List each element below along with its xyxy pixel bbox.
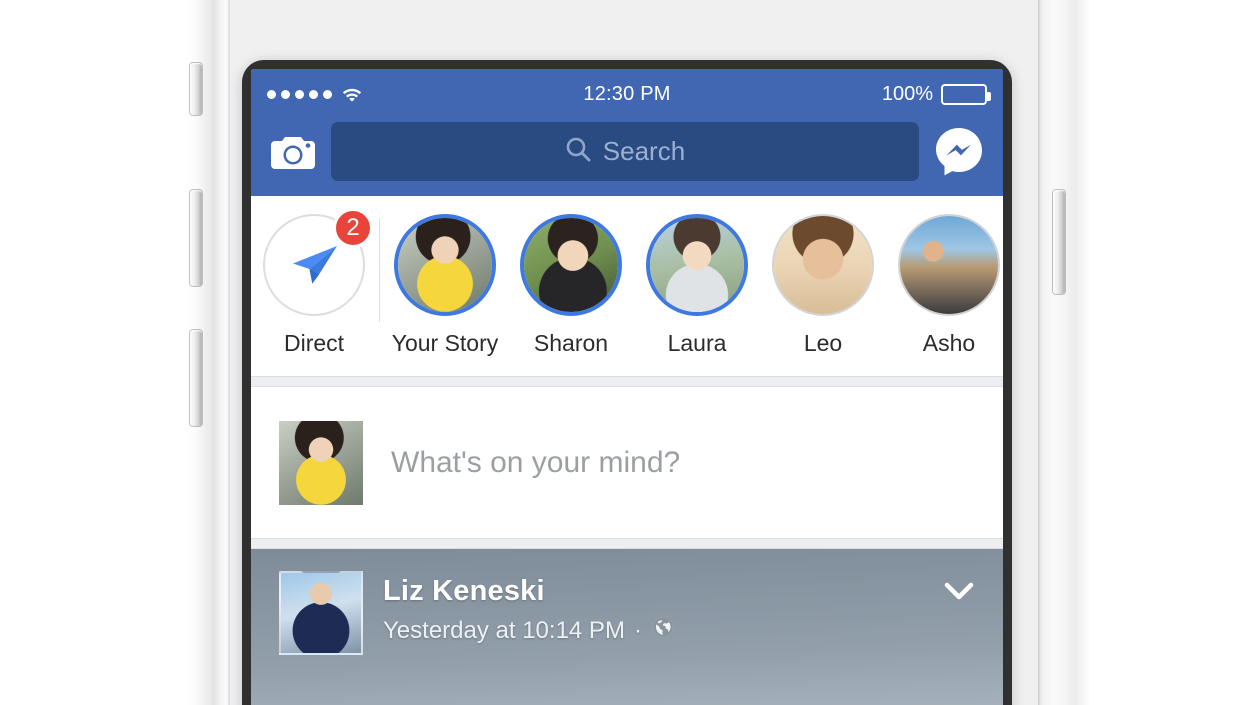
avatar — [398, 218, 492, 312]
avatar — [774, 216, 872, 314]
story-item-ashok[interactable]: Asho — [886, 214, 1003, 357]
composer-placeholder[interactable]: What's on your mind? — [391, 446, 680, 480]
story-item-laura[interactable]: Laura — [634, 214, 760, 357]
status-bar: 12:30 PM 100% — [251, 69, 1003, 119]
status-composer[interactable]: What's on your mind? — [251, 387, 1003, 538]
battery-full-icon — [941, 83, 991, 105]
status-bar-left — [267, 86, 363, 102]
post-meta: Liz Keneski Yesterday at 10:14 PM · — [383, 571, 675, 646]
app-header: Search — [251, 119, 1003, 196]
story-ring — [646, 214, 748, 316]
section-separator — [251, 538, 1003, 549]
story-ring — [898, 214, 1000, 316]
story-label: Laura — [667, 330, 727, 356]
story-ring — [394, 214, 496, 316]
post-timestamp[interactable]: Yesterday at 10:14 PM — [383, 617, 625, 645]
section-separator — [251, 376, 1003, 387]
story-direct-label: Direct — [283, 330, 345, 356]
story-item-your-story[interactable]: Your Story — [382, 214, 508, 357]
story-item-sharon[interactable]: Sharon — [508, 214, 634, 357]
wifi-icon — [341, 86, 363, 102]
post-separator: · — [633, 616, 642, 644]
post-header: Liz Keneski Yesterday at 10:14 PM · — [251, 549, 1003, 655]
story-label: Sharon — [533, 330, 609, 356]
phone-device: 12:30 PM 100% Search 2 Direct Your Story… — [242, 60, 1012, 705]
silent-switch-button[interactable] — [190, 63, 202, 115]
search-icon — [565, 136, 591, 167]
story-ring — [520, 214, 622, 316]
status-bar-right: 100% — [881, 82, 991, 106]
feed-post: Liz Keneski Yesterday at 10:14 PM · — [251, 549, 1003, 705]
phone-right-edge — [1038, 0, 1090, 705]
power-button[interactable] — [1053, 190, 1065, 294]
post-subtitle: Yesterday at 10:14 PM · — [383, 615, 675, 646]
avatar — [524, 218, 618, 312]
phone-screen: 12:30 PM 100% Search 2 Direct Your Story… — [251, 69, 1003, 705]
volume-down-button[interactable] — [190, 330, 202, 426]
post-author-name[interactable]: Liz Keneski — [383, 575, 675, 608]
story-label: Asho — [922, 330, 976, 356]
avatar — [650, 218, 744, 312]
post-author-avatar[interactable] — [279, 571, 363, 655]
avatar — [900, 216, 998, 314]
stories-divider — [379, 218, 380, 322]
globe-icon — [651, 615, 675, 646]
composer-avatar[interactable] — [279, 420, 363, 505]
camera-icon[interactable] — [269, 132, 317, 172]
story-label: Your Story — [391, 330, 499, 356]
story-item-leo[interactable]: Leo — [760, 214, 886, 357]
volume-up-button[interactable] — [190, 190, 202, 286]
paper-plane-icon — [285, 236, 343, 294]
scene: 12:30 PM 100% Search 2 Direct Your Story… — [0, 0, 1252, 705]
direct-circle: 2 — [263, 208, 373, 316]
chevron-down-icon[interactable] — [939, 571, 979, 611]
messenger-icon[interactable] — [933, 126, 985, 178]
story-ring — [772, 214, 874, 316]
direct-badge: 2 — [333, 208, 373, 248]
story-direct[interactable]: 2 Direct — [251, 208, 377, 357]
signal-strength-icon — [267, 89, 332, 99]
battery-percent-label: 100% — [881, 82, 933, 105]
search-placeholder: Search — [602, 136, 686, 166]
story-label: Leo — [803, 330, 843, 356]
search-input[interactable]: Search — [331, 122, 919, 181]
stories-tray[interactable]: 2 Direct Your Story Sharon Laura Leo Ash… — [251, 196, 1003, 376]
